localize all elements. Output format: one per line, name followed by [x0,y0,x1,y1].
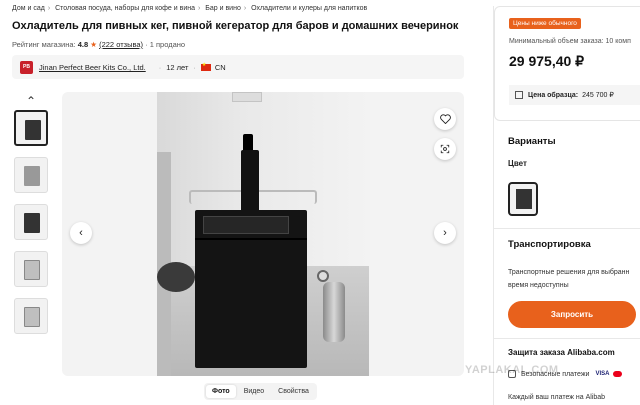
reviews-link[interactable]: (222 отзыва) [99,40,143,49]
separator: · [158,62,162,72]
main-image-viewer: ‹ › [62,92,464,376]
store-rating-row: Рейтинг магазина: 4.8 ★ (222 отзыва) · 1… [12,40,185,49]
variants-title: Варианты [508,136,556,147]
divider [494,228,640,229]
swatch-image [516,189,532,209]
breadcrumb-item-home-garden[interactable]: Дом и сад [12,5,45,12]
divider [494,338,640,339]
breadcrumb-item-tableware[interactable]: Столовая посуда, наборы для кофе и вина [55,5,195,12]
breadcrumb: Дом и сад › Столовая посуда, наборы для к… [12,5,367,12]
visa-icon: VISA [595,371,610,377]
rating-label: Рейтинг магазина: [12,40,76,49]
payment-description: Каждый ваш платеж на Alibab [508,394,606,401]
flag-cn-icon [200,62,211,71]
tab-properties[interactable]: Свойства [272,385,315,398]
seller-years: 12 лет [166,62,189,72]
watermark: YAPLAKAL.COM [465,364,559,376]
thumbnail-image [24,166,40,186]
thumbnail-image [25,120,41,140]
thumbnail-image [24,307,40,327]
color-label: Цвет [508,159,527,168]
breadcrumb-separator: › [47,5,51,12]
chevron-right-icon[interactable]: › [434,222,456,244]
photo-regulator-gauge [317,270,329,282]
product-title: Охладитель для пивных кег, пивной кегера… [12,20,459,32]
breadcrumb-separator: › [197,5,201,12]
photo-door-line [195,238,307,240]
photo-wall-fixture [232,92,262,102]
tab-photo[interactable]: Фото [206,385,236,398]
sample-price-value: 245 700 ₽ [582,92,614,99]
chevron-up-icon[interactable]: ⌃ [12,92,50,110]
tab-video[interactable]: Видео [238,385,270,398]
heart-icon-svg [439,114,451,124]
order-protection-title: Защита заказа Alibaba.com [508,348,615,357]
star-icon: ★ [90,40,97,49]
rating-value: 4.8 [77,40,89,49]
sold-count: 1 продано [149,40,186,49]
shipping-text: Транспортные решения для выбранн время н… [508,266,640,292]
shipping-text-line-1: Транспортные решения для выбранн [508,269,630,276]
shipping-text-line-2: время недоступны [508,282,569,289]
breadcrumb-item-bar-wine[interactable]: Бар и вино [205,5,241,12]
box-icon [515,91,523,99]
thumbnail-4[interactable] [14,251,48,287]
sample-price-row[interactable]: Цена образца: 245 700 ₽ [509,85,640,105]
breadcrumb-separator: › [243,5,247,12]
photo-kegerator [195,210,307,368]
mastercard-icon [613,371,623,377]
lens-search-icon-svg [440,144,450,154]
seller-logo: PB [20,60,33,74]
price-value: 29 975,40 ₽ [509,53,585,69]
thumbnail-column: ⌃ [12,92,50,345]
photo-drip-tray [203,216,289,234]
product-photo[interactable] [157,92,369,376]
thumbnail-2[interactable] [14,157,48,193]
thumbnail-3[interactable] [14,204,48,240]
request-button[interactable]: Запросить [508,301,636,328]
thumbnail-image [24,260,40,280]
photo-rug [157,262,195,292]
breadcrumb-item-coolers[interactable]: Охладители и кулеры для напитков [251,5,367,12]
sample-price-label: Цена образца: [528,91,579,99]
seller-name-link[interactable]: Jinan Perfect Beer Kits Co., Ltd. [39,63,146,72]
heart-icon[interactable] [434,108,456,130]
separator: · [193,62,196,72]
purchase-panel: Цены ниже обычного Минимальный объем зак… [493,6,640,405]
thumbnail-image [24,213,40,233]
seller-bar: PB Jinan Perfect Beer Kits Co., Ltd. · 1… [12,55,464,79]
chevron-left-icon[interactable]: ‹ [70,222,92,244]
min-order-text: Минимальный объем заказа: 10 комп [509,38,631,45]
lens-search-icon[interactable] [434,138,456,160]
thumbnail-5[interactable] [14,298,48,334]
photo-co2-tank [323,282,345,342]
seller-country: CN [214,62,226,72]
media-tabs: Фото Видео Свойства [204,383,317,400]
price-box: Цены ниже обычного Минимальный объем зак… [494,6,640,121]
thumbnail-1[interactable] [14,110,48,146]
discount-badge: Цены ниже обычного [509,18,581,29]
color-swatch-black[interactable] [508,182,538,216]
shipping-title: Транспортировка [508,239,591,250]
